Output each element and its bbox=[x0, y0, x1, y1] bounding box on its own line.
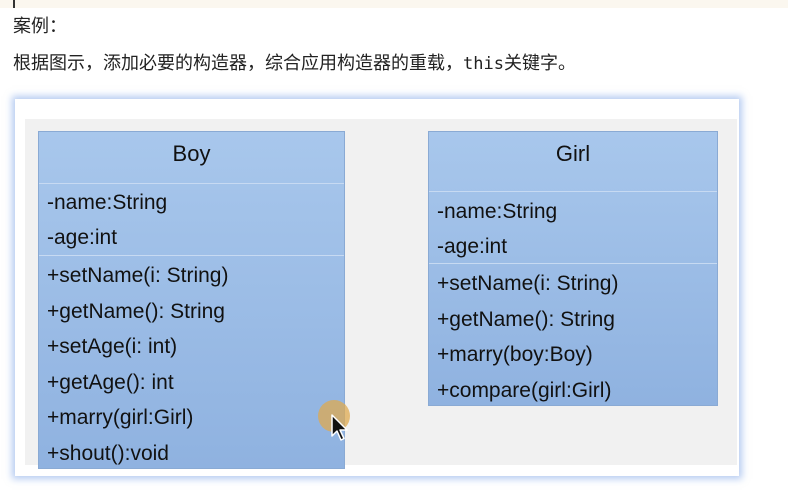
uml-attribute: -age:int bbox=[437, 235, 508, 258]
uml-operations: +setName(i: String) +getName(): String +… bbox=[39, 256, 344, 471]
instruction-after: 关键字。 bbox=[503, 53, 576, 74]
uml-operation: +setName(i: String) bbox=[437, 272, 619, 295]
uml-class-girl: Girl -name:String -age:int +setName(i: S… bbox=[428, 131, 718, 406]
uml-attributes: -name:String -age:int bbox=[39, 184, 344, 256]
uml-operation: +marry(girl:Girl) bbox=[47, 406, 194, 429]
uml-operations: +setName(i: String) +getName(): String +… bbox=[429, 264, 717, 408]
instruction-before: 根据图示，添加必要的构造器，综合应用构造器的重载， bbox=[13, 53, 463, 74]
uml-operation: +setName(i: String) bbox=[47, 264, 229, 287]
uml-class-boy: Boy -name:String -age:int +setName(i: St… bbox=[38, 131, 345, 469]
top-strip bbox=[0, 0, 788, 8]
text-caret bbox=[13, 0, 15, 8]
uml-class-title: Girl bbox=[429, 132, 717, 192]
uml-operation: +compare(girl:Girl) bbox=[437, 378, 612, 402]
uml-operation: +marry(boy:Boy) bbox=[437, 343, 593, 366]
instruction-text: 根据图示，添加必要的构造器，综合应用构造器的重载，this关键字。 bbox=[13, 50, 576, 78]
uml-attributes: -name:String -age:int bbox=[429, 192, 717, 264]
uml-operation: +getName(): String bbox=[47, 299, 225, 323]
uml-operation: +setAge(i: int) bbox=[47, 335, 178, 358]
heading: 案例： bbox=[13, 16, 67, 37]
uml-operation: +getName(): String bbox=[437, 307, 615, 331]
uml-attribute: -age:int bbox=[47, 226, 118, 249]
uml-attribute: -name:String bbox=[47, 191, 168, 214]
arrow-cursor-icon bbox=[331, 414, 348, 441]
uml-operation: +getAge(): int bbox=[47, 370, 174, 394]
page: 案例： 根据图示，添加必要的构造器，综合应用构造器的重载，this关键字。 Bo… bbox=[0, 0, 788, 503]
uml-attribute: -name:String bbox=[437, 200, 558, 223]
uml-class-title: Boy bbox=[39, 132, 344, 184]
instruction-code: this bbox=[463, 54, 504, 74]
uml-operation: +shout():void bbox=[47, 441, 169, 465]
